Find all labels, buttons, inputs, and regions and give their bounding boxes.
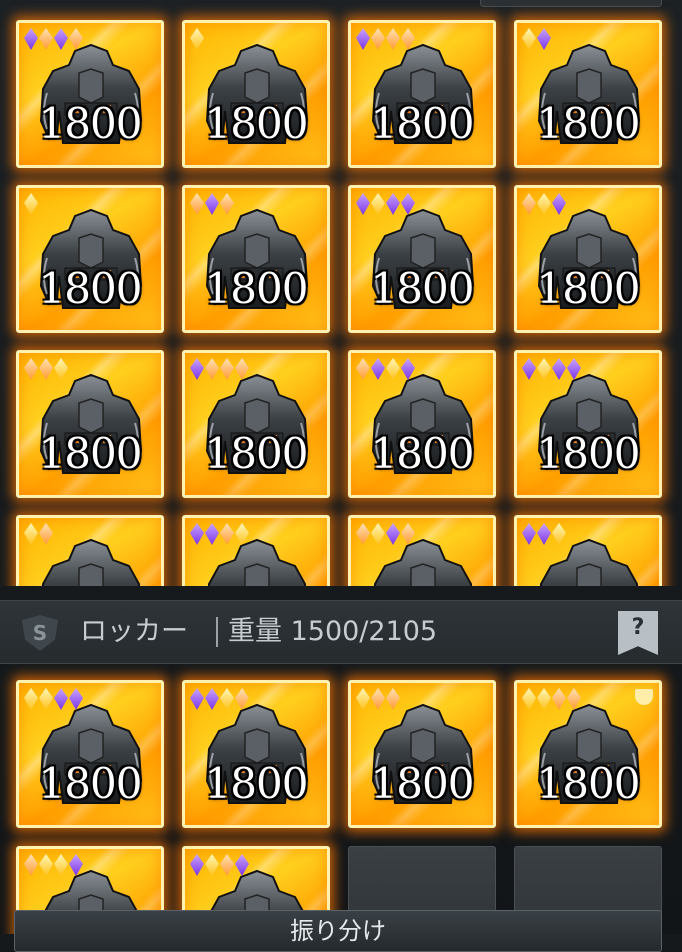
- armor-item-slot[interactable]: 1800: [182, 185, 330, 333]
- armor-item-slot[interactable]: 1800: [16, 680, 164, 828]
- help-icon[interactable]: ?: [618, 611, 658, 655]
- item-power: 1800: [370, 759, 475, 808]
- item-power: 1800: [370, 99, 475, 148]
- armor-item-slot[interactable]: 1800: [16, 515, 164, 586]
- item-power: 1800: [38, 264, 143, 313]
- item-power: 1800: [204, 99, 309, 148]
- armor-item-slot[interactable]: 1800: [16, 185, 164, 333]
- item-power: 1800: [38, 99, 143, 148]
- inventory-grid: 1800 1800 1800 1800 1800 1800 1800 1800 1800 1800…: [0, 0, 682, 586]
- armor-item-slot[interactable]: 1800: [182, 515, 330, 586]
- armor-item-slot[interactable]: 1800: [514, 680, 662, 828]
- item-power: 1800: [536, 264, 641, 313]
- item-power: 1800: [38, 759, 143, 808]
- inventory-panel: 1800 1800 1800 1800 1800 1800 1800 1800 1800 1800…: [0, 0, 682, 952]
- armor-icon: [531, 538, 647, 586]
- item-power: 1800: [370, 264, 475, 313]
- armor-item-slot[interactable]: 1800: [16, 20, 164, 168]
- armor-icon: [199, 538, 315, 586]
- armor-item-slot[interactable]: 1800: [348, 20, 496, 168]
- item-power: 1800: [536, 429, 641, 478]
- armor-item-slot[interactable]: 1800: [514, 185, 662, 333]
- armor-item-slot[interactable]: 1800: [514, 515, 662, 586]
- armor-item-slot[interactable]: 1800: [514, 350, 662, 498]
- armor-item-slot[interactable]: 1800: [182, 350, 330, 498]
- item-power: 1800: [536, 759, 641, 808]
- bottom-action-button[interactable]: 振り分け: [14, 910, 662, 952]
- locker-divider: [216, 617, 218, 647]
- armor-icon: [365, 538, 481, 586]
- armor-item-slot[interactable]: 1800: [348, 680, 496, 828]
- locker-weight: 重量 1500/2105: [228, 616, 438, 647]
- armor-item-slot[interactable]: 1800: [16, 350, 164, 498]
- armor-icon: [33, 538, 149, 586]
- armor-item-slot[interactable]: 1800: [182, 20, 330, 168]
- item-power: 1800: [38, 429, 143, 478]
- armor-item-slot[interactable]: 1800: [348, 350, 496, 498]
- armor-item-slot[interactable]: 1800: [514, 20, 662, 168]
- locker-grid: 1800 1800 1800 1800: [0, 664, 682, 934]
- locker-shield-icon: S: [22, 615, 58, 651]
- armor-item-slot[interactable]: 1800: [182, 680, 330, 828]
- item-power: 1800: [204, 264, 309, 313]
- armor-item-slot[interactable]: 1800: [348, 515, 496, 586]
- item-power: 1800: [204, 759, 309, 808]
- locker-header: S ロッカー 重量 1500/2105 ?: [0, 600, 682, 664]
- item-power: 1800: [370, 429, 475, 478]
- item-power: 1800: [536, 99, 641, 148]
- locker-label: ロッカー: [80, 616, 188, 647]
- item-power: 1800: [204, 429, 309, 478]
- armor-item-slot[interactable]: 1800: [348, 185, 496, 333]
- lock-icon: [635, 689, 653, 705]
